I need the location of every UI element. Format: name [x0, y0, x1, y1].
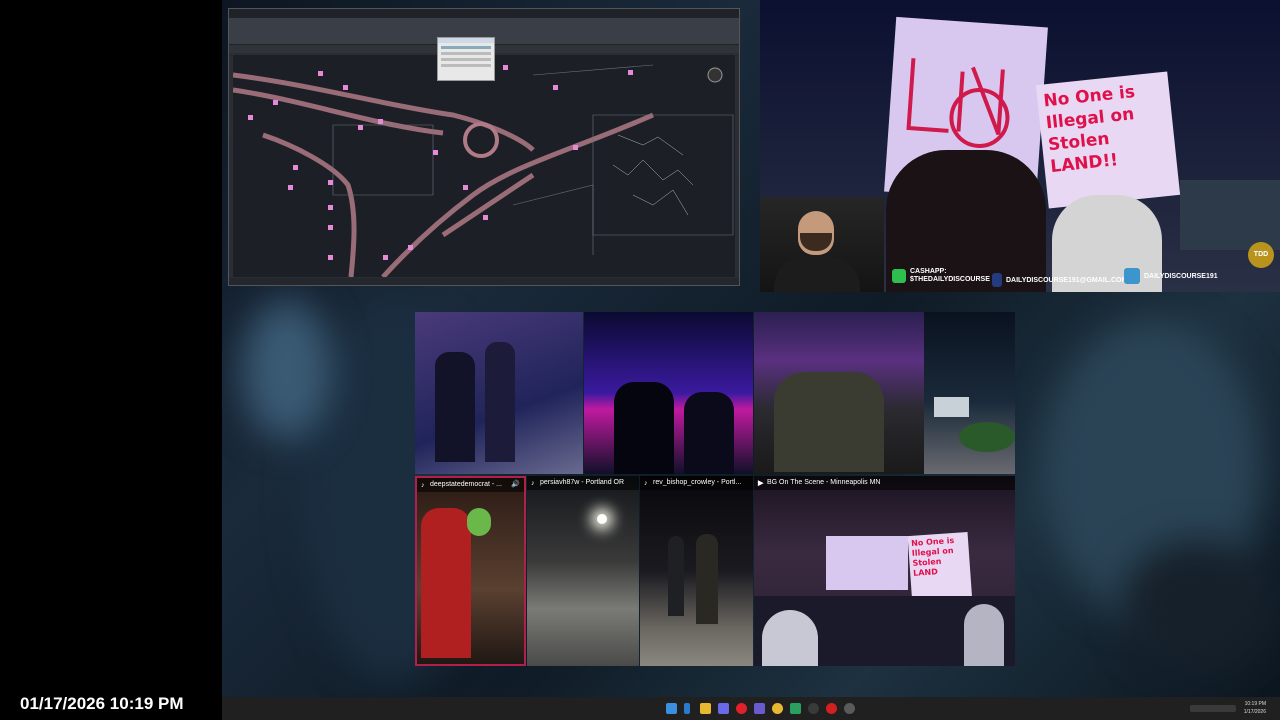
protest-sign-right: No One is Illegal on Stolen LAND!!	[1035, 71, 1181, 209]
video-tile-3[interactable]	[754, 312, 924, 474]
tile-sign-text: No One is Illegal on Stolen LAND	[910, 535, 955, 578]
obs-icon[interactable]	[808, 703, 819, 714]
video-tile-5[interactable]: ♪ deepstatedemocrat - ... 🔊	[415, 476, 526, 666]
tile-label	[754, 312, 924, 326]
paypal-email: DAILYDISCOURSE191@GMAIL.COM	[1006, 276, 1128, 284]
taskbar-clock[interactable]: 10:19 PM 1/17/2026	[1244, 700, 1266, 716]
speaker-icon[interactable]: 🔊	[511, 478, 520, 492]
video-tile-7[interactable]: ♪ rev_bishop_crowley - Portl...	[640, 476, 753, 666]
tray-icons[interactable]	[1190, 705, 1236, 712]
tile-label-text: rev_bishop_crowley - Portl...	[653, 479, 742, 486]
cashapp-label: CASHAPP:	[910, 268, 947, 275]
search-icon[interactable]	[684, 703, 690, 714]
windows-start-icon[interactable]	[666, 703, 677, 714]
site-plan-drawing	[232, 55, 735, 279]
properties-dialog[interactable]	[437, 37, 495, 81]
video-tile-2[interactable]	[584, 312, 753, 474]
tile-label-text: deepstatedemocrat - ...	[430, 481, 502, 488]
file-explorer-icon[interactable]	[700, 703, 711, 714]
tile-label: ♪ persiavh87w - Portland OR	[527, 476, 639, 490]
tile-label	[924, 312, 1015, 326]
overlay-datetime: 01/17/2026 10:19 PM	[20, 694, 184, 713]
left-black-bar	[0, 0, 222, 720]
clock-time: 10:19 PM	[1244, 701, 1266, 707]
cad-application-window[interactable]	[228, 8, 740, 286]
streamer-webcam	[760, 197, 884, 292]
video-tile-8[interactable]: No One is Illegal on Stolen LAND ▶ BG On …	[754, 476, 1015, 666]
youtube-icon: ▶	[758, 480, 764, 487]
clock-date: 1/17/2026	[1243, 709, 1266, 715]
tile-sign-right: No One is Illegal on Stolen LAND	[907, 531, 973, 607]
video-tile-6[interactable]: ♪ persiavh87w - Portland OR	[527, 476, 639, 666]
teams-icon[interactable]	[754, 703, 765, 714]
tile-label	[584, 312, 753, 326]
cashapp-handle: $THEDAILYDISCOURSE	[910, 276, 990, 283]
tile-label: ▶ BG On The Scene - Minneapolis MN	[754, 476, 1015, 490]
tile-label-text: BG On The Scene - Minneapolis MN	[767, 479, 881, 486]
video-tile-4[interactable]	[924, 312, 1015, 474]
tiktok-icon: ♪	[421, 482, 425, 489]
venmo-handle: DAILYDISCOURSE191	[1144, 272, 1218, 280]
tile-label	[415, 312, 583, 326]
cad-titlebar[interactable]	[229, 9, 739, 18]
tile-label: ♪ deepstatedemocrat - ... 🔊	[417, 478, 524, 492]
obs-studio-icon[interactable]	[844, 703, 855, 714]
cad-drawing-canvas[interactable]	[232, 55, 735, 279]
tile-label: ♪ rev_bishop_crowley - Portl...	[640, 476, 753, 490]
windows-taskbar: 10:19 PM 1/17/2026	[222, 697, 1280, 720]
tile-label-text: persiavh87w - Portland OR	[540, 479, 625, 486]
video-tile-1[interactable]	[415, 312, 583, 474]
cad-statusbar	[229, 278, 739, 285]
tile-sign-left	[826, 536, 908, 590]
youtube-icon[interactable]	[826, 703, 837, 714]
discord-icon[interactable]	[718, 703, 729, 714]
chrome-icon[interactable]	[772, 703, 783, 714]
tiktok-icon: ♪	[644, 480, 648, 487]
opera-icon[interactable]	[736, 703, 747, 714]
cashapp-icon	[892, 269, 906, 283]
paypal-icon	[992, 273, 1002, 287]
donation-overlay: CASHAPP: $THEDAILYDISCOURSE DAILYDISCOUR…	[888, 265, 1280, 293]
tiktok-icon: ♪	[531, 480, 535, 487]
venmo-icon	[1124, 268, 1140, 284]
sign-right-text: No One is Illegal on Stolen LAND!!	[1042, 81, 1136, 178]
app-icon[interactable]	[790, 703, 801, 714]
